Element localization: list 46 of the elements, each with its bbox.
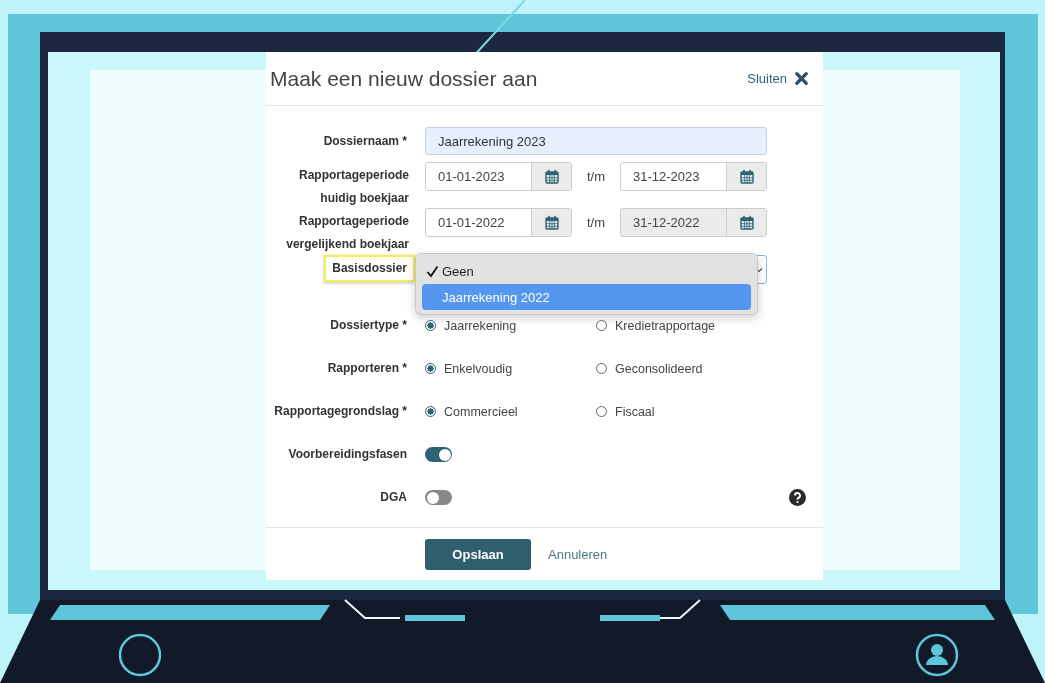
calendar-button[interactable] — [531, 163, 571, 190]
radio-button[interactable] — [425, 363, 436, 374]
calendar-icon — [739, 169, 754, 184]
field-label: DGA — [379, 489, 408, 506]
field-label: Rapportageperiode vergelijkend boekjaar — [285, 213, 410, 253]
radio-button[interactable] — [425, 320, 436, 331]
radio-option[interactable]: Jaarrekening — [425, 318, 596, 333]
toggle-switch[interactable] — [425, 447, 452, 462]
calendar-icon — [544, 215, 559, 230]
radio-button[interactable] — [596, 320, 607, 331]
calendar-icon — [544, 169, 559, 184]
calendar-button[interactable] — [531, 209, 571, 236]
calendar-button[interactable] — [726, 163, 766, 190]
date-field[interactable]: 31-12-2023 — [620, 162, 767, 191]
radio-option[interactable]: Kredietrapportage — [596, 318, 767, 333]
close-icon — [794, 71, 809, 86]
field-label: Rapporteren * — [326, 360, 408, 377]
circle-icon — [118, 633, 162, 677]
help-icon[interactable] — [789, 489, 806, 506]
radio-button[interactable] — [596, 406, 607, 417]
field-label: Dossiernaam * — [322, 132, 408, 150]
field-label: Rapportagegrondslag * — [273, 403, 408, 420]
range-separator: t/m — [585, 215, 607, 230]
calendar-icon — [739, 215, 754, 230]
date-field[interactable]: 01-01-2023 — [425, 162, 572, 191]
toggle-switch[interactable] — [425, 490, 452, 505]
dropdown-option[interactable]: Geen — [422, 258, 751, 284]
field-label: Rapportageperiode huidig boekjaar — [298, 167, 410, 207]
radio-option[interactable]: Commercieel — [425, 404, 596, 419]
radio-button[interactable] — [596, 363, 607, 374]
cancel-link[interactable]: Annuleren — [548, 546, 608, 562]
field-label: Basisdossier — [324, 255, 415, 282]
radio-option[interactable]: Geconsolideerd — [596, 361, 767, 376]
checkmark-icon — [426, 264, 439, 278]
field-label: Dossiertype * — [329, 317, 408, 334]
field-label: Voorbereidingsfasen — [287, 446, 408, 463]
save-button[interactable]: Opslaan — [425, 538, 531, 570]
radio-button[interactable] — [425, 406, 436, 417]
close-button[interactable]: Sluiten — [747, 71, 809, 86]
radio-option[interactable]: Enkelvoudig — [425, 361, 596, 376]
radio-option[interactable]: Fiscaal — [596, 404, 767, 419]
user-icon[interactable] — [915, 633, 959, 677]
range-separator: t/m — [585, 169, 607, 184]
input-field[interactable]: Jaarrekening 2023 — [425, 127, 767, 155]
date-field[interactable]: 01-01-2022 — [425, 208, 572, 237]
dialog-title: Maak een nieuw dossier aan — [270, 66, 538, 91]
